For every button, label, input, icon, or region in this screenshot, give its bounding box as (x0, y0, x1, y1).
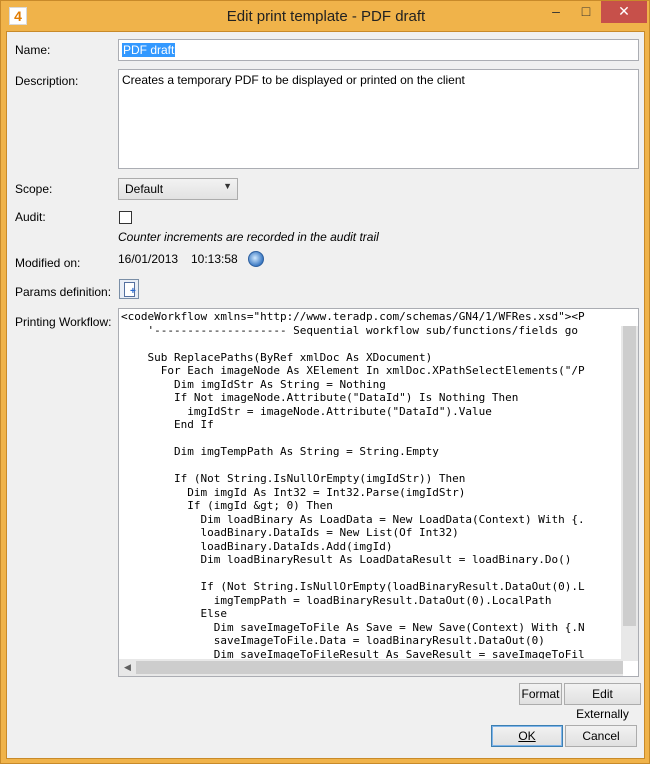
modified-date: 16/01/2013 (118, 252, 179, 266)
name-label: Name: (15, 43, 51, 57)
dialog-window: 4 Edit print template - PDF draft – □ ✕ … (0, 0, 650, 764)
globe-icon[interactable] (248, 251, 264, 267)
chevron-down-icon: ▼ (223, 181, 232, 191)
close-button[interactable]: ✕ (601, 1, 647, 23)
ok-label: OK (518, 729, 536, 743)
title-bar[interactable]: 4 Edit print template - PDF draft – □ ✕ (1, 1, 650, 31)
params-label: Params definition: (15, 285, 112, 299)
workflow-code[interactable]: <codeWorkflow xmlns="http://www.teradp.c… (121, 310, 585, 661)
workflow-code-editor[interactable]: <codeWorkflow xmlns="http://www.teradp.c… (118, 308, 639, 677)
edit-externally-button[interactable]: Edit Externally (564, 683, 641, 721)
add-icon: + (130, 286, 136, 297)
cancel-button[interactable]: Cancel (565, 725, 637, 747)
description-field[interactable]: Creates a temporary PDF to be displayed … (118, 69, 639, 169)
modified-label: Modified on: (15, 256, 81, 270)
ok-button[interactable]: OK (491, 725, 563, 747)
params-definition-button[interactable]: + (119, 279, 139, 299)
minimize-button[interactable]: – (541, 1, 571, 23)
vertical-scroll-thumb[interactable] (623, 326, 636, 626)
vertical-scrollbar[interactable] (621, 326, 638, 661)
dialog-body: Name: PDF draft Description: Creates a t… (6, 31, 645, 759)
horizontal-scroll-thumb[interactable] (136, 661, 623, 674)
audit-label: Audit: (15, 210, 46, 224)
modified-time: 10:13:58 (191, 252, 238, 266)
name-field[interactable]: PDF draft (118, 39, 639, 61)
horizontal-scrollbar[interactable]: ◀ (119, 659, 623, 676)
workflow-label: Printing Workflow: (15, 315, 112, 329)
audit-note: Counter increments are recorded in the a… (118, 230, 379, 244)
cancel-label: Cancel (582, 729, 620, 743)
description-label: Description: (15, 74, 79, 88)
format-button[interactable]: Format (519, 683, 562, 705)
scroll-left-icon[interactable]: ◀ (124, 662, 131, 673)
scope-label: Scope: (15, 182, 53, 196)
name-value: PDF draft (122, 43, 176, 57)
scope-value: Default (125, 182, 164, 196)
audit-checkbox[interactable] (119, 211, 132, 224)
scope-select[interactable]: Default ▼ (118, 178, 238, 200)
maximize-button[interactable]: □ (571, 1, 601, 23)
